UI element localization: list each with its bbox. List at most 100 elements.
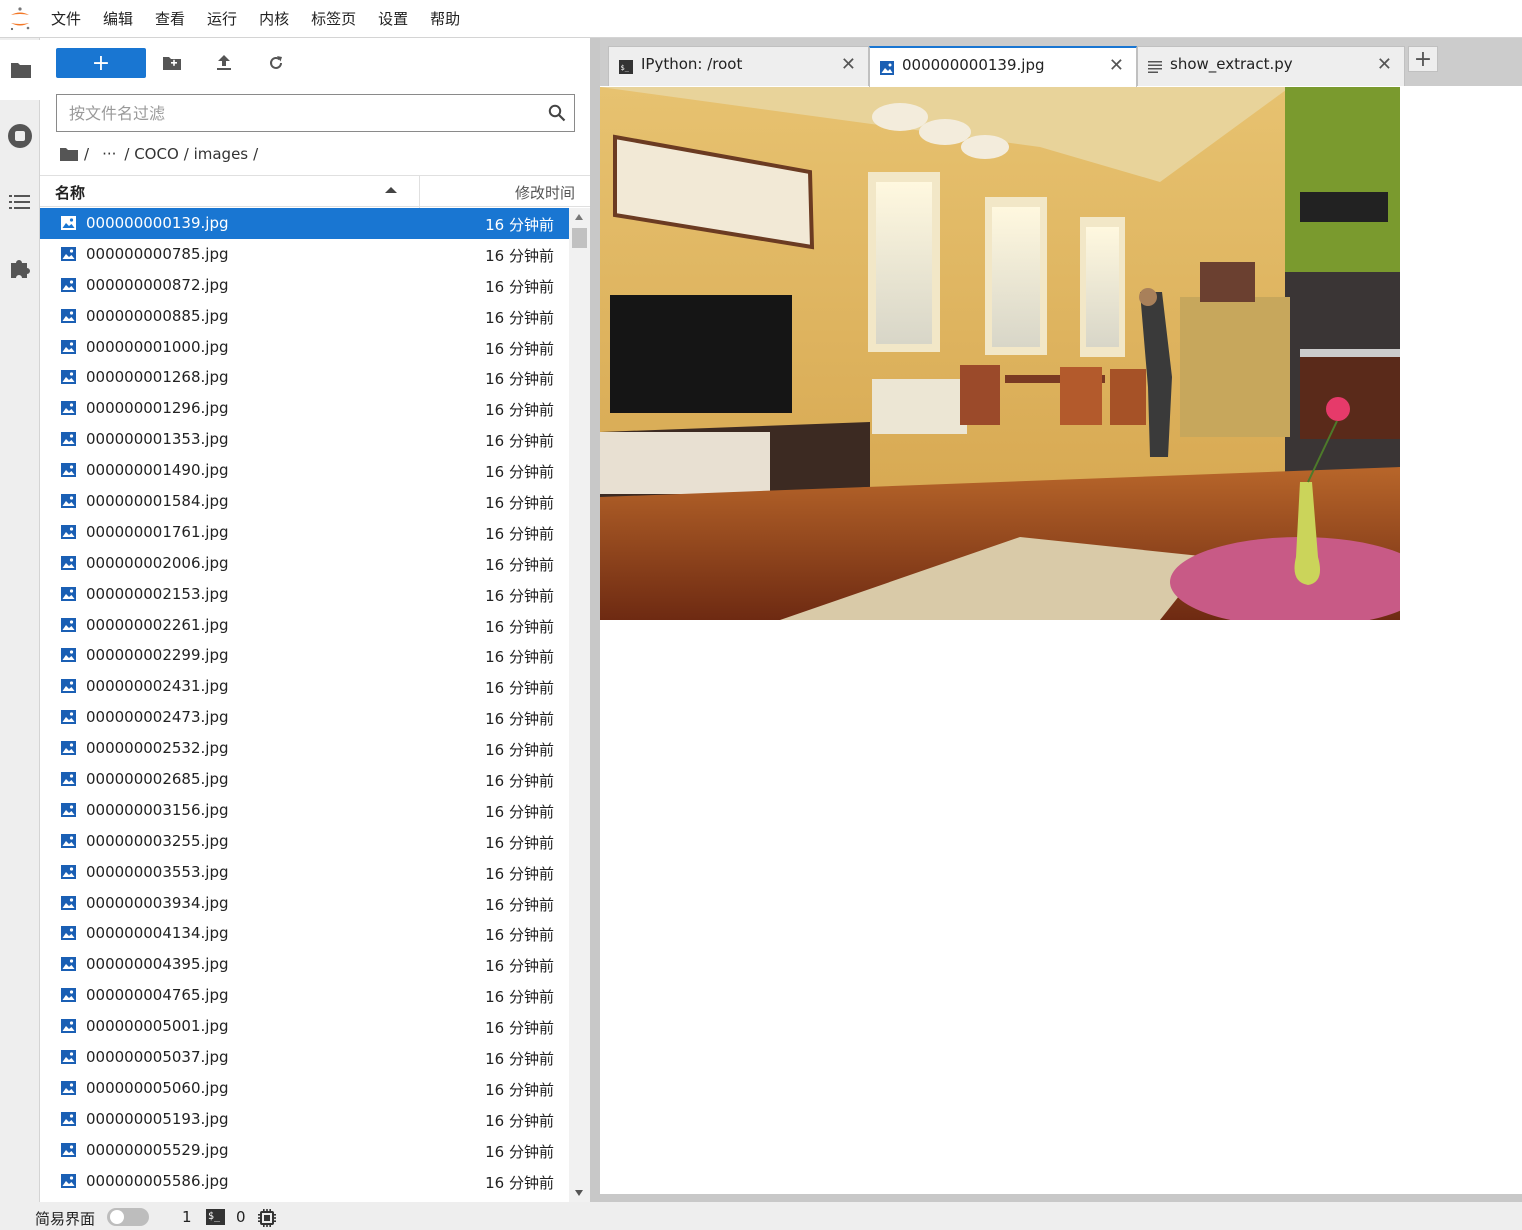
- file-row[interactable]: 000000002532.jpg 16 分钟前: [40, 733, 569, 764]
- file-row[interactable]: 000000003255.jpg 16 分钟前: [40, 826, 569, 857]
- tab-ipython-root[interactable]: $_ IPython: /root ✕: [608, 46, 869, 86]
- file-row[interactable]: 000000001490.jpg 16 分钟前: [40, 455, 569, 486]
- home-folder-icon[interactable]: [60, 147, 78, 161]
- file-modified-time: 16 分钟前: [485, 216, 554, 234]
- file-row[interactable]: 000000005001.jpg 16 分钟前: [40, 1011, 569, 1042]
- upload-button[interactable]: [198, 48, 250, 78]
- file-row[interactable]: 000000001353.jpg 16 分钟前: [40, 424, 569, 455]
- file-name: 000000000885.jpg: [86, 306, 229, 325]
- image-file-icon: [61, 802, 76, 817]
- file-row[interactable]: 000000002431.jpg 16 分钟前: [40, 671, 569, 702]
- close-icon[interactable]: ✕: [1377, 55, 1392, 75]
- file-row[interactable]: 000000005060.jpg 16 分钟前: [40, 1073, 569, 1104]
- file-row[interactable]: 000000005037.jpg 16 分钟前: [40, 1042, 569, 1073]
- image-file-icon: [61, 1019, 76, 1034]
- file-row[interactable]: 000000000885.jpg 16 分钟前: [40, 301, 569, 332]
- cpu-icon[interactable]: [258, 1209, 276, 1227]
- file-name: 000000005037.jpg: [86, 1048, 229, 1067]
- file-row[interactable]: 000000002473.jpg 16 分钟前: [40, 702, 569, 733]
- menu-item-6[interactable]: 设置: [367, 0, 419, 38]
- terminal-icon[interactable]: $_: [206, 1209, 225, 1225]
- simple-mode-toggle[interactable]: [107, 1208, 149, 1226]
- file-row[interactable]: 000000002685.jpg 16 分钟前: [40, 764, 569, 795]
- tab-image-000000000139[interactable]: 000000000139.jpg ✕: [869, 46, 1137, 87]
- tab-label: show_extract.py: [1170, 55, 1293, 73]
- modified-column-header[interactable]: 修改时间: [515, 182, 575, 203]
- file-row[interactable]: 000000002153.jpg 16 分钟前: [40, 579, 569, 610]
- file-row[interactable]: 000000001296.jpg 16 分钟前: [40, 393, 569, 424]
- menu-item-1[interactable]: 编辑: [92, 0, 144, 38]
- file-row[interactable]: 000000001000.jpg 16 分钟前: [40, 332, 569, 363]
- main-dock-area: $_ IPython: /root ✕ 000000000139.jpg ✕ s…: [600, 38, 1522, 1202]
- file-row[interactable]: 000000004395.jpg 16 分钟前: [40, 949, 569, 980]
- column-divider[interactable]: [419, 176, 420, 208]
- file-modified-time: 16 分钟前: [485, 524, 554, 543]
- running-sessions-tab[interactable]: [0, 106, 40, 166]
- list-icon: [9, 195, 30, 209]
- refresh-button[interactable]: [250, 48, 302, 78]
- file-name: 000000002153.jpg: [86, 584, 229, 603]
- file-browser-tab[interactable]: [0, 40, 41, 100]
- extensions-tab[interactable]: [0, 238, 40, 298]
- file-name: 000000005060.jpg: [86, 1078, 229, 1097]
- file-row[interactable]: 000000001584.jpg 16 分钟前: [40, 486, 569, 517]
- image-file-icon: [61, 833, 76, 848]
- breadcrumb-images[interactable]: / images: [184, 145, 248, 163]
- file-name: 000000003255.jpg: [86, 831, 229, 850]
- file-list-scrollbar[interactable]: [569, 208, 590, 1202]
- jupyter-logo-icon[interactable]: [0, 0, 40, 38]
- file-row[interactable]: 000000002299.jpg 16 分钟前: [40, 640, 569, 671]
- file-row[interactable]: 000000004134.jpg 16 分钟前: [40, 918, 569, 949]
- file-row[interactable]: 000000003553.jpg 16 分钟前: [40, 857, 569, 888]
- panel-splitter[interactable]: [590, 38, 600, 1202]
- file-row[interactable]: 000000000139.jpg 16 分钟前: [40, 208, 569, 239]
- file-modified-time: 16 分钟前: [485, 895, 554, 914]
- close-icon[interactable]: ✕: [1109, 56, 1124, 76]
- file-row[interactable]: 000000000872.jpg 16 分钟前: [40, 270, 569, 301]
- name-column-header[interactable]: 名称: [55, 182, 85, 203]
- image-file-icon: [61, 246, 76, 261]
- upload-icon: [217, 55, 231, 70]
- menu-item-7[interactable]: 帮助: [419, 0, 471, 38]
- file-row[interactable]: 000000003156.jpg 16 分钟前: [40, 795, 569, 826]
- file-row[interactable]: 000000003934.jpg 16 分钟前: [40, 888, 569, 919]
- menu-item-2[interactable]: 查看: [144, 0, 196, 38]
- breadcrumb-root[interactable]: /: [84, 145, 89, 163]
- breadcrumb-ellipsis[interactable]: ···: [102, 145, 116, 163]
- file-row[interactable]: 000000005586.jpg 16 分钟前: [40, 1166, 569, 1197]
- table-of-contents-tab[interactable]: [0, 172, 40, 232]
- file-row[interactable]: 000000001268.jpg 16 分钟前: [40, 362, 569, 393]
- menu-item-0[interactable]: 文件: [40, 0, 92, 38]
- breadcrumb-coco[interactable]: / COCO: [124, 145, 178, 163]
- image-file-icon: [61, 1080, 76, 1095]
- menu-item-4[interactable]: 内核: [248, 0, 300, 38]
- toggle-knob: [110, 1210, 124, 1224]
- file-name: 000000002685.jpg: [86, 770, 229, 789]
- file-name: 000000002299.jpg: [86, 646, 229, 665]
- menu-item-3[interactable]: 运行: [196, 0, 248, 38]
- new-launcher-button[interactable]: +: [56, 48, 146, 78]
- terminal-count[interactable]: 0: [236, 1208, 246, 1226]
- image-file-icon: [61, 370, 76, 385]
- file-row[interactable]: 000000001761.jpg 16 分钟前: [40, 517, 569, 548]
- close-icon[interactable]: ✕: [841, 55, 856, 75]
- file-row[interactable]: 000000002261.jpg 16 分钟前: [40, 610, 569, 641]
- file-row[interactable]: 000000000785.jpg 16 分钟前: [40, 239, 569, 270]
- file-name: 000000002431.jpg: [86, 677, 229, 696]
- tab-show-extract-py[interactable]: show_extract.py ✕: [1137, 46, 1405, 86]
- scroll-down-arrow-icon[interactable]: [575, 1190, 583, 1196]
- file-row[interactable]: 000000005529.jpg 16 分钟前: [40, 1135, 569, 1166]
- add-tab-button[interactable]: +: [1408, 46, 1438, 72]
- file-row[interactable]: 000000005193.jpg 16 分钟前: [40, 1104, 569, 1135]
- scroll-up-arrow-icon[interactable]: [575, 214, 583, 220]
- new-folder-button[interactable]: [146, 48, 198, 78]
- file-row[interactable]: 000000002006.jpg 16 分钟前: [40, 548, 569, 579]
- file-filter-input[interactable]: [69, 103, 539, 123]
- file-modified-time: 16 分钟前: [485, 772, 554, 791]
- kernel-count[interactable]: 1: [182, 1208, 192, 1226]
- scroll-thumb[interactable]: [572, 228, 587, 248]
- file-row[interactable]: 000000004765.jpg 16 分钟前: [40, 980, 569, 1011]
- menu-item-5[interactable]: 标签页: [300, 0, 367, 38]
- tab-label: 000000000139.jpg: [902, 56, 1045, 74]
- file-name: 000000002473.jpg: [86, 708, 229, 727]
